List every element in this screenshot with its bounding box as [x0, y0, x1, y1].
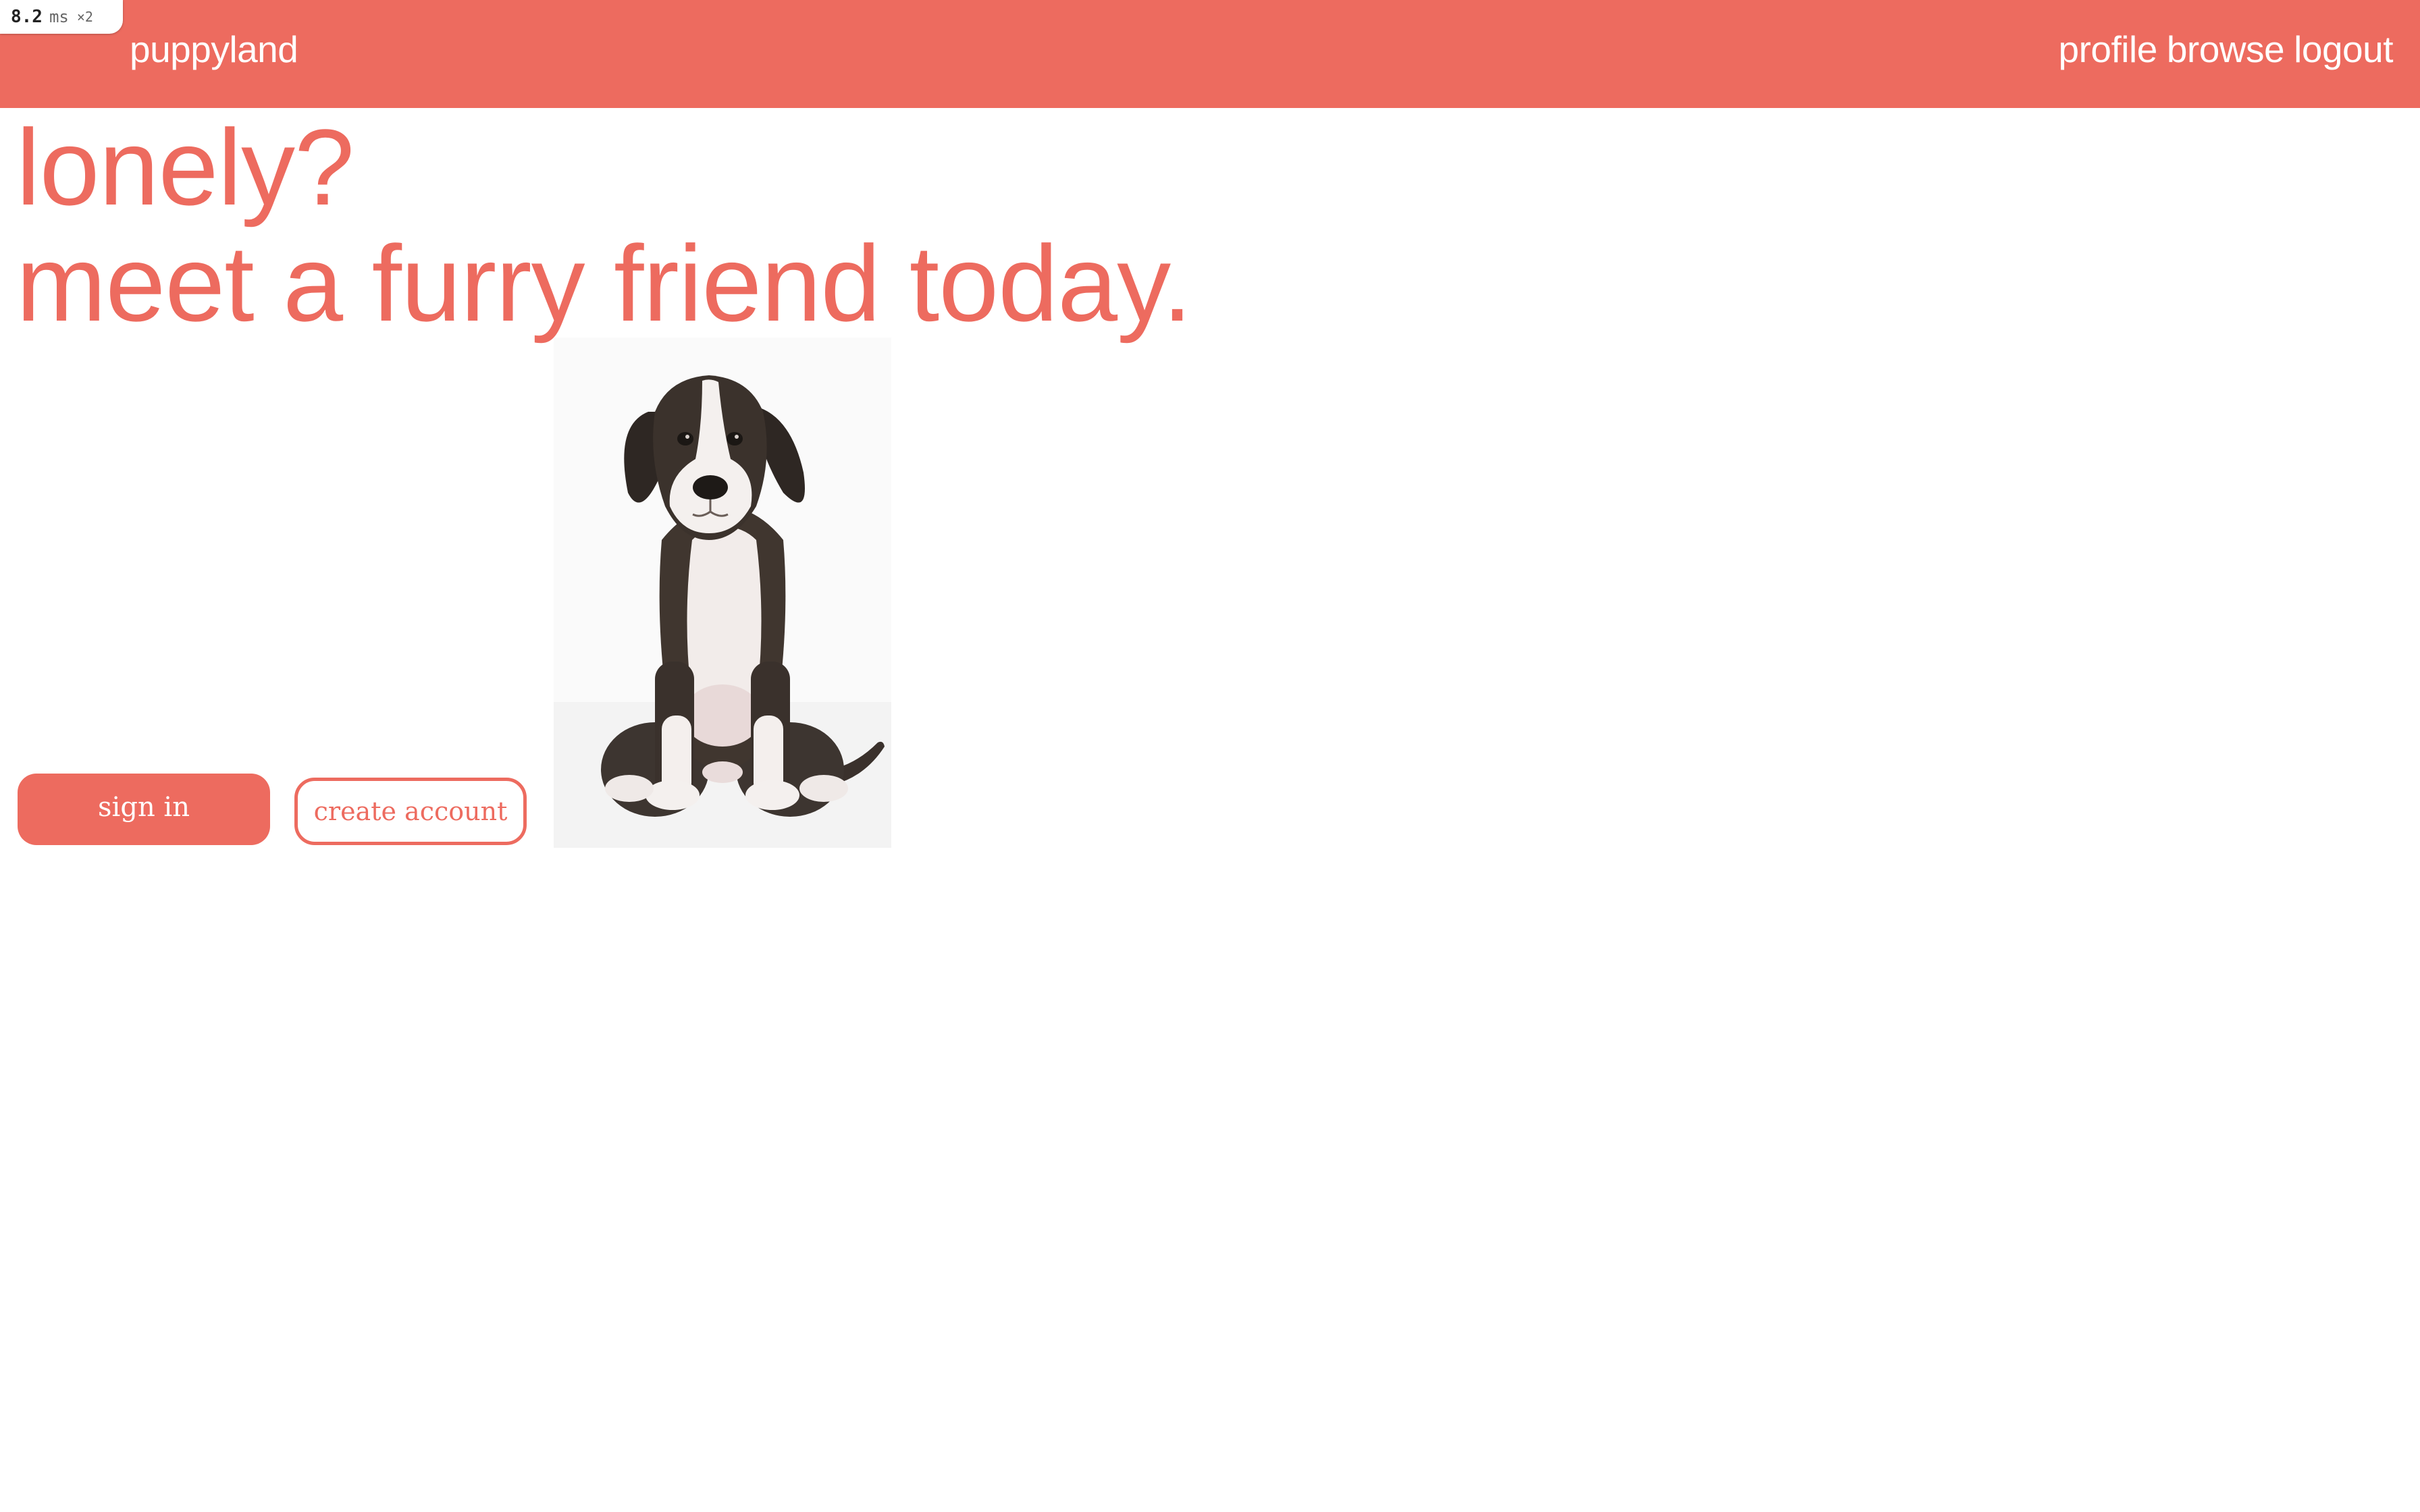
page: 8.2 ms ×2 puppyland profile browse logou… [0, 0, 2420, 1512]
main-nav: profile browse logout [2059, 26, 2394, 73]
sign-in-button[interactable]: sign in [18, 774, 270, 845]
render-time-badge: 8.2 ms ×2 [0, 0, 123, 34]
nav-profile-link[interactable]: profile [2059, 26, 2158, 73]
puppy-illustration [554, 338, 891, 848]
hero-subheadline: meet a furry friend today. [16, 223, 1192, 344]
nav-logout-link[interactable]: logout [2294, 26, 2393, 73]
render-time-value: 8.2 [11, 7, 43, 27]
puppy-image [554, 338, 891, 848]
create-account-button[interactable]: create account [294, 778, 527, 845]
render-time-unit: ms [49, 7, 69, 26]
nav-browse-link[interactable]: browse [2167, 26, 2285, 73]
render-time-multiplier: ×2 [76, 9, 93, 25]
hero-headline: lonely? [16, 107, 354, 227]
brand-logo-link[interactable]: puppyland [130, 26, 298, 73]
top-navigation-bar: puppyland profile browse logout [0, 0, 2420, 108]
